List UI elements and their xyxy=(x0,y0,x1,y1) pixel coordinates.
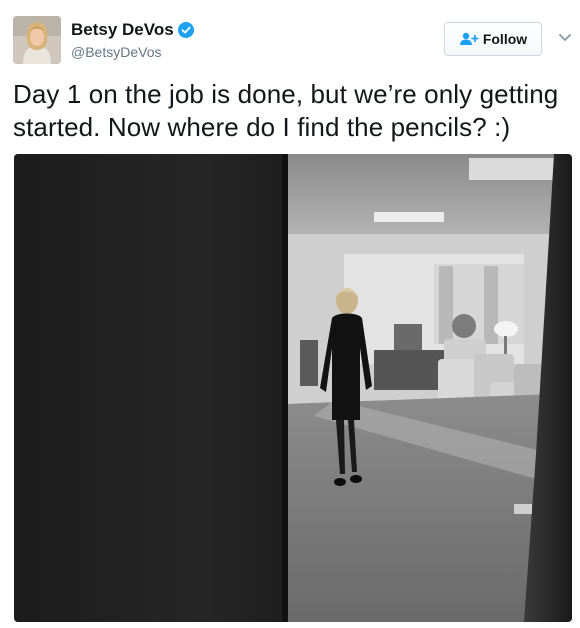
verified-badge-icon xyxy=(177,22,194,38)
profile-avatar[interactable] xyxy=(13,16,61,64)
display-name[interactable]: Betsy DeVos xyxy=(71,20,174,40)
tweet-photo[interactable] xyxy=(14,154,572,622)
add-person-icon xyxy=(459,32,479,46)
follow-button-label: Follow xyxy=(482,31,528,47)
follow-button[interactable]: Follow xyxy=(444,22,542,56)
tweet-card: Betsy DeVos @BetsyDeVos Follow Day 1 on … xyxy=(0,0,580,628)
tweet-text: Day 1 on the job is done, but we’re only… xyxy=(13,79,559,142)
user-handle[interactable]: @BetsyDeVos xyxy=(71,44,161,60)
name-row[interactable]: Betsy DeVos xyxy=(71,20,194,40)
chevron-down-icon[interactable] xyxy=(558,30,572,44)
